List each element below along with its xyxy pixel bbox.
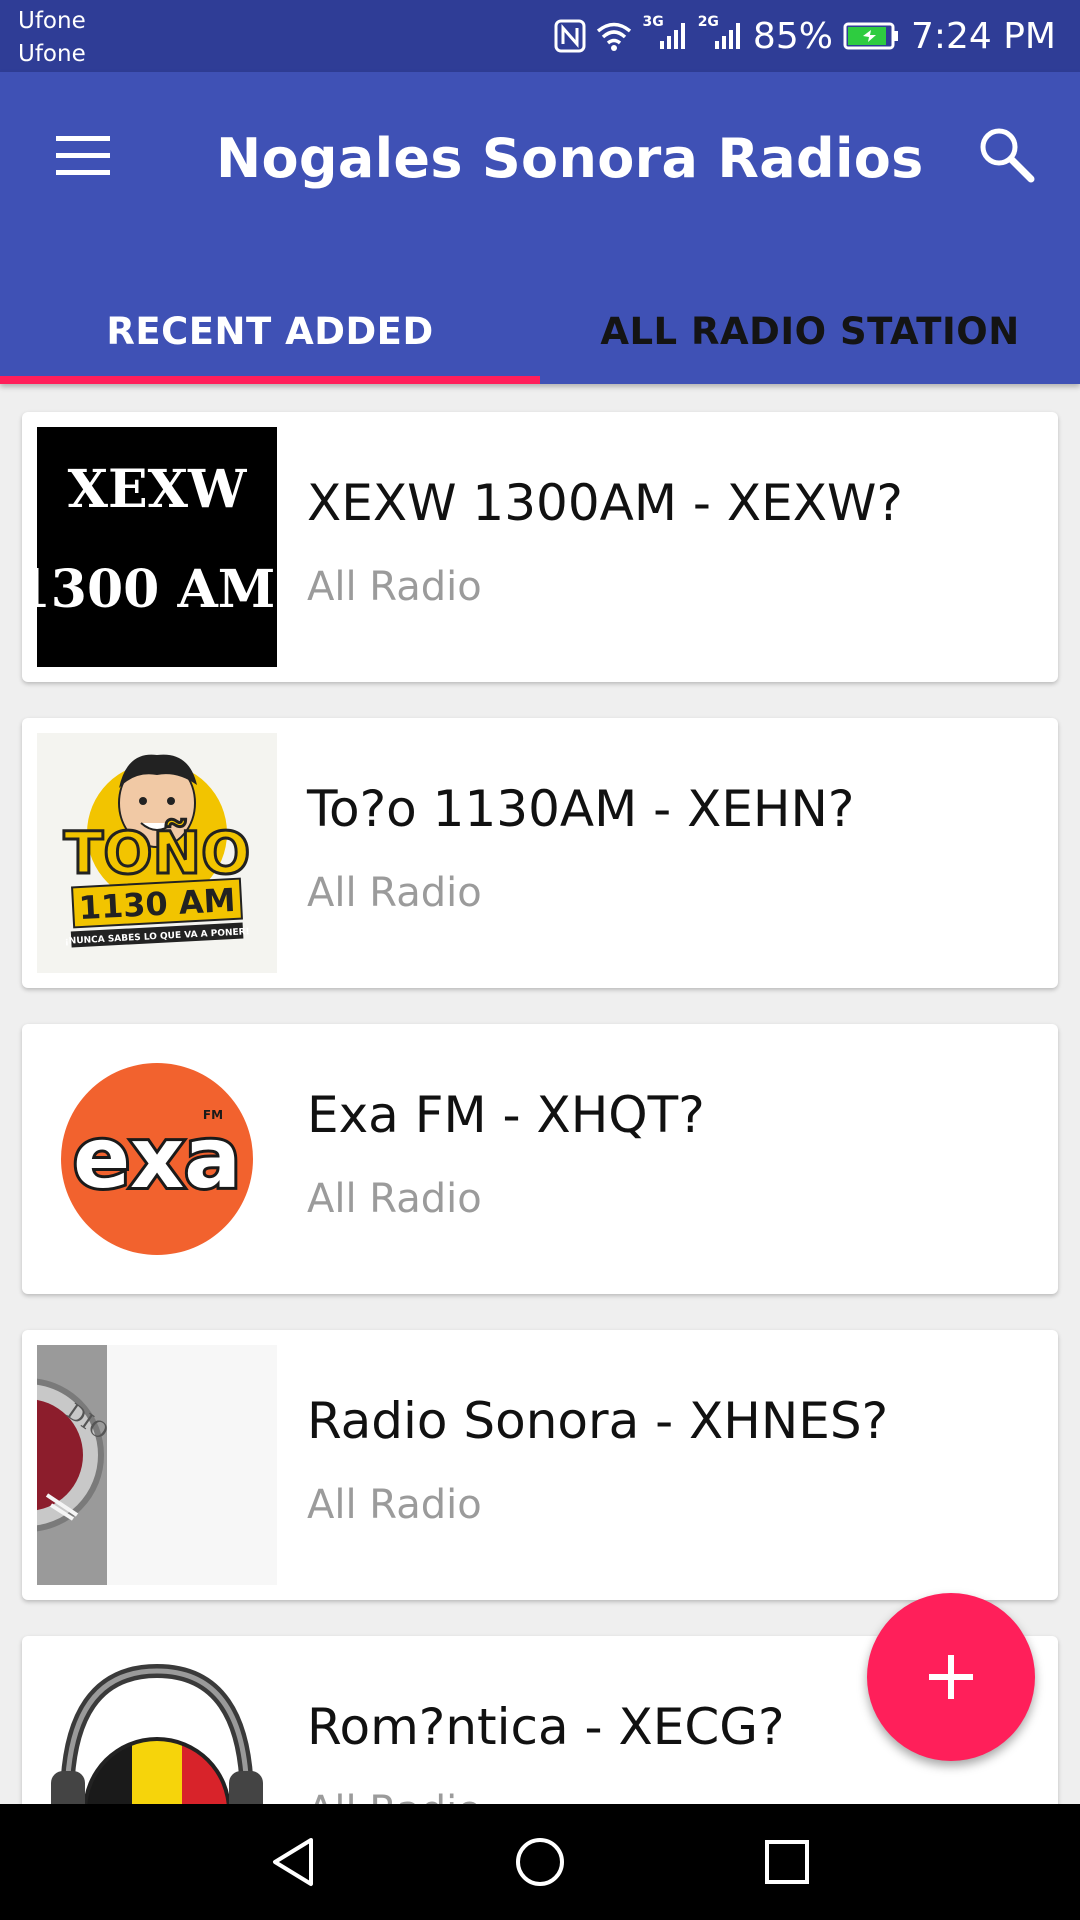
logo-text: exa: [73, 1109, 241, 1207]
tab-all-radio-station[interactable]: ALL RADIO STATION: [540, 278, 1080, 384]
station-logo: DIO: [37, 1345, 277, 1585]
back-icon[interactable]: [263, 1832, 323, 1892]
station-card[interactable]: DIO Radio Sonora - XHNES? All Radio: [22, 1330, 1058, 1600]
add-icon: [929, 1655, 973, 1699]
station-card[interactable]: XEXW 1300 AM XEXW 1300AM - XEXW? All Rad…: [22, 412, 1058, 682]
station-card[interactable]: TOÑO 1130 AM ¡NUNCA SABES LO QUE VA A PO…: [22, 718, 1058, 988]
tab-label: RECENT ADDED: [106, 309, 434, 353]
station-logo: XEXW 1300 AM: [37, 427, 277, 667]
station-logo: [37, 1651, 277, 1804]
station-category: All Radio: [307, 1176, 482, 1222]
tab-bar: RECENT ADDED ALL RADIO STATION: [0, 278, 1080, 384]
hamburger-menu-icon[interactable]: [54, 134, 114, 178]
logo-text: FM: [203, 1108, 223, 1122]
app-screen: Ufone Ufone 3G 2G 85% 7:24 PM Nogales So…: [0, 0, 1080, 1920]
battery-charging-icon: [843, 22, 901, 50]
signal-3g-icon: 3G: [642, 14, 687, 51]
search-icon[interactable]: [976, 124, 1036, 184]
signal-2g-icon: 2G: [698, 14, 743, 51]
logo-text: XEXW: [68, 459, 248, 520]
carrier-label: Ufone: [18, 41, 86, 67]
station-title: To?o 1130AM - XEHN?: [307, 780, 855, 838]
clock: 7:24 PM: [910, 15, 1056, 57]
status-icons: 3G 2G 85% 7:24 PM: [554, 12, 1056, 60]
app-bar: Nogales Sonora Radios RECENT ADDED ALL R…: [0, 72, 1080, 384]
station-category: All Radio: [307, 564, 482, 610]
station-card[interactable]: exa FM Exa FM - XHQT? All Radio: [22, 1024, 1058, 1294]
station-title: Exa FM - XHQT?: [307, 1086, 705, 1144]
station-title: Radio Sonora - XHNES?: [307, 1392, 889, 1450]
recents-icon[interactable]: [757, 1832, 817, 1892]
wifi-icon: [596, 21, 632, 51]
station-list[interactable]: XEXW 1300 AM XEXW 1300AM - XEXW? All Rad…: [0, 384, 1080, 1804]
system-nav-bar: [0, 1804, 1080, 1920]
battery-percent: 85%: [752, 15, 833, 57]
status-bar: Ufone Ufone 3G 2G 85% 7:24 PM: [0, 0, 1080, 72]
nfc-icon: [554, 19, 586, 53]
network-type-label: 2G: [697, 14, 719, 30]
carrier-label: Ufone: [18, 8, 86, 34]
station-logo: exa FM: [37, 1039, 277, 1279]
home-icon[interactable]: [510, 1832, 570, 1892]
add-button[interactable]: [867, 1593, 1035, 1761]
tab-recent-added[interactable]: RECENT ADDED: [0, 278, 540, 384]
app-title: Nogales Sonora Radios: [216, 127, 924, 190]
logo-text: 1300 AM: [37, 559, 275, 620]
network-type-label: 3G: [642, 14, 664, 30]
tab-indicator: [0, 376, 540, 384]
station-category: All Radio: [307, 1786, 482, 1804]
logo-text: TOÑO: [64, 818, 251, 887]
station-category: All Radio: [307, 870, 482, 916]
station-category: All Radio: [307, 1482, 482, 1528]
tab-label: ALL RADIO STATION: [600, 309, 1020, 353]
station-logo: TOÑO 1130 AM ¡NUNCA SABES LO QUE VA A PO…: [37, 733, 277, 973]
station-title: Rom?ntica - XECG?: [307, 1698, 785, 1756]
station-title: XEXW 1300AM - XEXW?: [307, 474, 903, 532]
